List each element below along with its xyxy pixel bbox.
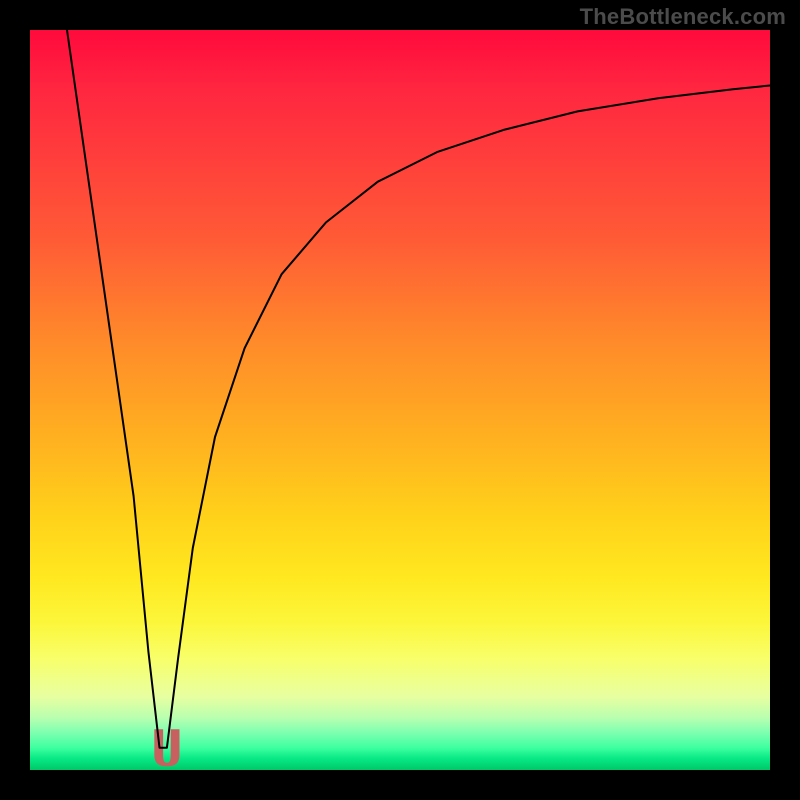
outer-frame: TheBottleneck.com	[0, 0, 800, 800]
credit-watermark: TheBottleneck.com	[580, 4, 786, 30]
plot-area	[30, 30, 770, 770]
bottleneck-curve	[67, 30, 770, 748]
chart-svg	[30, 30, 770, 770]
